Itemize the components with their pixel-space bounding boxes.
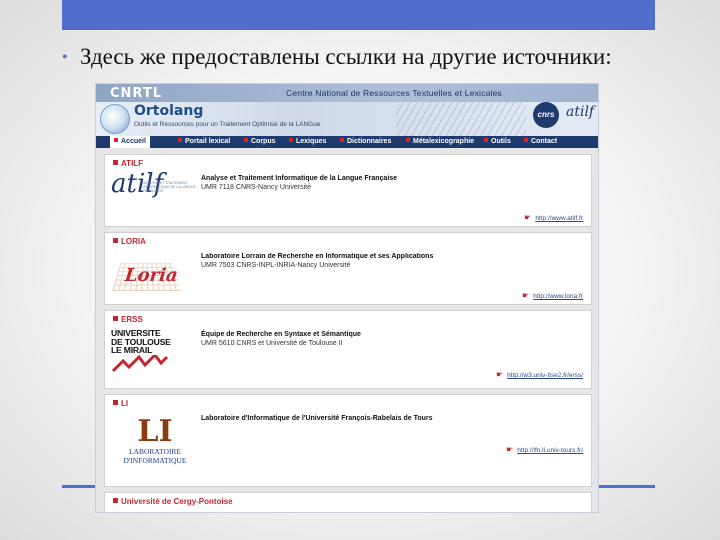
nav-item-accueil[interactable]: Accueil xyxy=(110,136,150,148)
partners-area: ATILF atilf ANALYSE ET TRAITEMENT INFORM… xyxy=(96,148,598,512)
nav-item-lexiques[interactable]: Lexiques xyxy=(289,136,326,148)
partner-card-li: LI LI LABORATOIRE D'INFORMATIQUE Laborat… xyxy=(104,394,592,487)
partner-title: Laboratoire Lorrain de Recherche en Info… xyxy=(201,253,434,260)
atilf-partner-logo[interactable]: atilf ANALYSE ET TRAITEMENT INFORMATIQUE… xyxy=(111,169,196,199)
slide-header-bar xyxy=(62,0,655,30)
partner-card-erss: ERSS UNIVERSITE DE TOULOUSE LE MIRAIL Éq… xyxy=(104,310,592,389)
ortolang-logo-icon xyxy=(100,104,130,134)
cnrtl-logo[interactable]: CNRTL xyxy=(110,86,162,101)
nav-item-contact[interactable]: Contact xyxy=(524,136,557,148)
cnrs-logo[interactable]: cnrs xyxy=(533,102,559,128)
site-banner: CNRTL Centre National de Ressources Text… xyxy=(96,84,598,136)
partner-link[interactable]: http://www.loria.fr xyxy=(522,291,583,300)
partner-heading: LORIA xyxy=(113,237,146,246)
banner-illustration xyxy=(396,102,526,136)
partner-heading: LI xyxy=(113,399,128,408)
website-screenshot: CNRTL Centre National de Ressources Text… xyxy=(95,83,599,513)
partner-link[interactable]: http://www.atilf.fr xyxy=(524,213,583,222)
li-logo[interactable]: LI LABORATOIRE D'INFORMATIQUE xyxy=(111,417,199,466)
partner-heading: ATILF xyxy=(113,159,143,168)
slide-bullet: • Здесь же предоставлены ссылки на другие… xyxy=(62,44,612,70)
partner-unit: UMR 5610 CNRS et Université de Toulouse … xyxy=(201,340,343,347)
partner-heading: ERSS xyxy=(113,315,143,324)
partner-title: Analyse et Traitement Informatique de la… xyxy=(201,175,398,182)
slide-footer-line-left xyxy=(62,485,95,488)
atilf-logo[interactable]: atilf xyxy=(566,104,594,120)
loria-logo[interactable]: Loria xyxy=(111,251,189,293)
ortolang-title: Ortolang xyxy=(134,103,204,119)
nav-item-metalexicographie[interactable]: Métalexicographie xyxy=(406,136,474,148)
nav-item-outils[interactable]: Outils xyxy=(484,136,511,148)
partner-card-cergy: Université de Cergy-Pontoise xyxy=(104,492,592,512)
nav-item-portail-lexical[interactable]: Portail lexical xyxy=(178,136,230,148)
bullet-icon: • xyxy=(62,49,68,66)
toulouse-zigzag-icon xyxy=(111,352,169,372)
site-nav: Accueil Portail lexical Corpus Lexiques … xyxy=(96,136,598,148)
partner-link[interactable]: http://w3.univ-tlse2.fr/erss/ xyxy=(496,370,583,379)
partner-card-loria: LORIA Loria Laboratoire Lorrain de Reche… xyxy=(104,232,592,305)
slide-footer-line-right xyxy=(599,485,655,488)
partner-title: Laboratoire d'Informatique de l'Universi… xyxy=(201,415,433,422)
nav-item-corpus[interactable]: Corpus xyxy=(244,136,276,148)
toulouse-logo[interactable]: UNIVERSITE DE TOULOUSE LE MIRAIL xyxy=(111,329,171,374)
partner-card-atilf: ATILF atilf ANALYSE ET TRAITEMENT INFORM… xyxy=(104,154,592,227)
partner-unit: UMR 7118 CNRS-Nancy Université xyxy=(201,184,311,191)
bullet-text: Здесь же предоставлены ссылки на другие … xyxy=(80,44,612,69)
site-full-name: Centre National de Ressources Textuelles… xyxy=(286,88,502,98)
partner-link[interactable]: http://lfn.li.univ-tours.fr/ xyxy=(506,445,583,454)
partner-heading: Université de Cergy-Pontoise xyxy=(113,497,233,506)
ortolang-subtitle: Outils et Ressources pour un Traitement … xyxy=(134,121,321,128)
partner-title: Équipe de Recherche en Syntaxe et Sémant… xyxy=(201,331,361,338)
partner-unit: UMR 7503 CNRS-INPL-INRIA-Nancy Universit… xyxy=(201,262,351,269)
nav-item-dictionnaires[interactable]: Dictionnaires xyxy=(340,136,391,148)
